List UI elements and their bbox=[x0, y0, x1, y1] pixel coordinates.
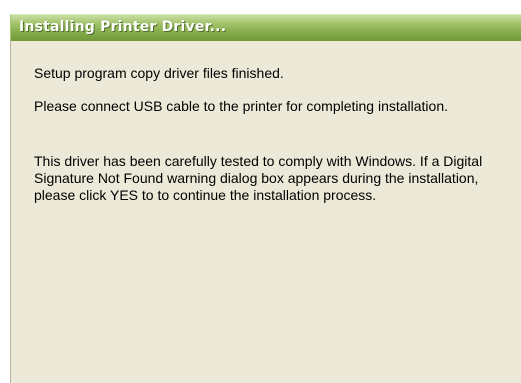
window-title: Installing Printer Driver... bbox=[19, 19, 227, 35]
installer-window: Installing Printer Driver... Setup progr… bbox=[0, 0, 521, 383]
title-bar[interactable]: Installing Printer Driver... bbox=[10, 14, 521, 41]
message-panel: Setup program copy driver files finished… bbox=[10, 41, 521, 383]
signature-warning-message: This driver has been carefully tested to… bbox=[34, 153, 483, 203]
status-message: Setup program copy driver files finished… bbox=[34, 65, 284, 81]
usb-instruction-message: Please connect USB cable to the printer … bbox=[34, 98, 449, 114]
